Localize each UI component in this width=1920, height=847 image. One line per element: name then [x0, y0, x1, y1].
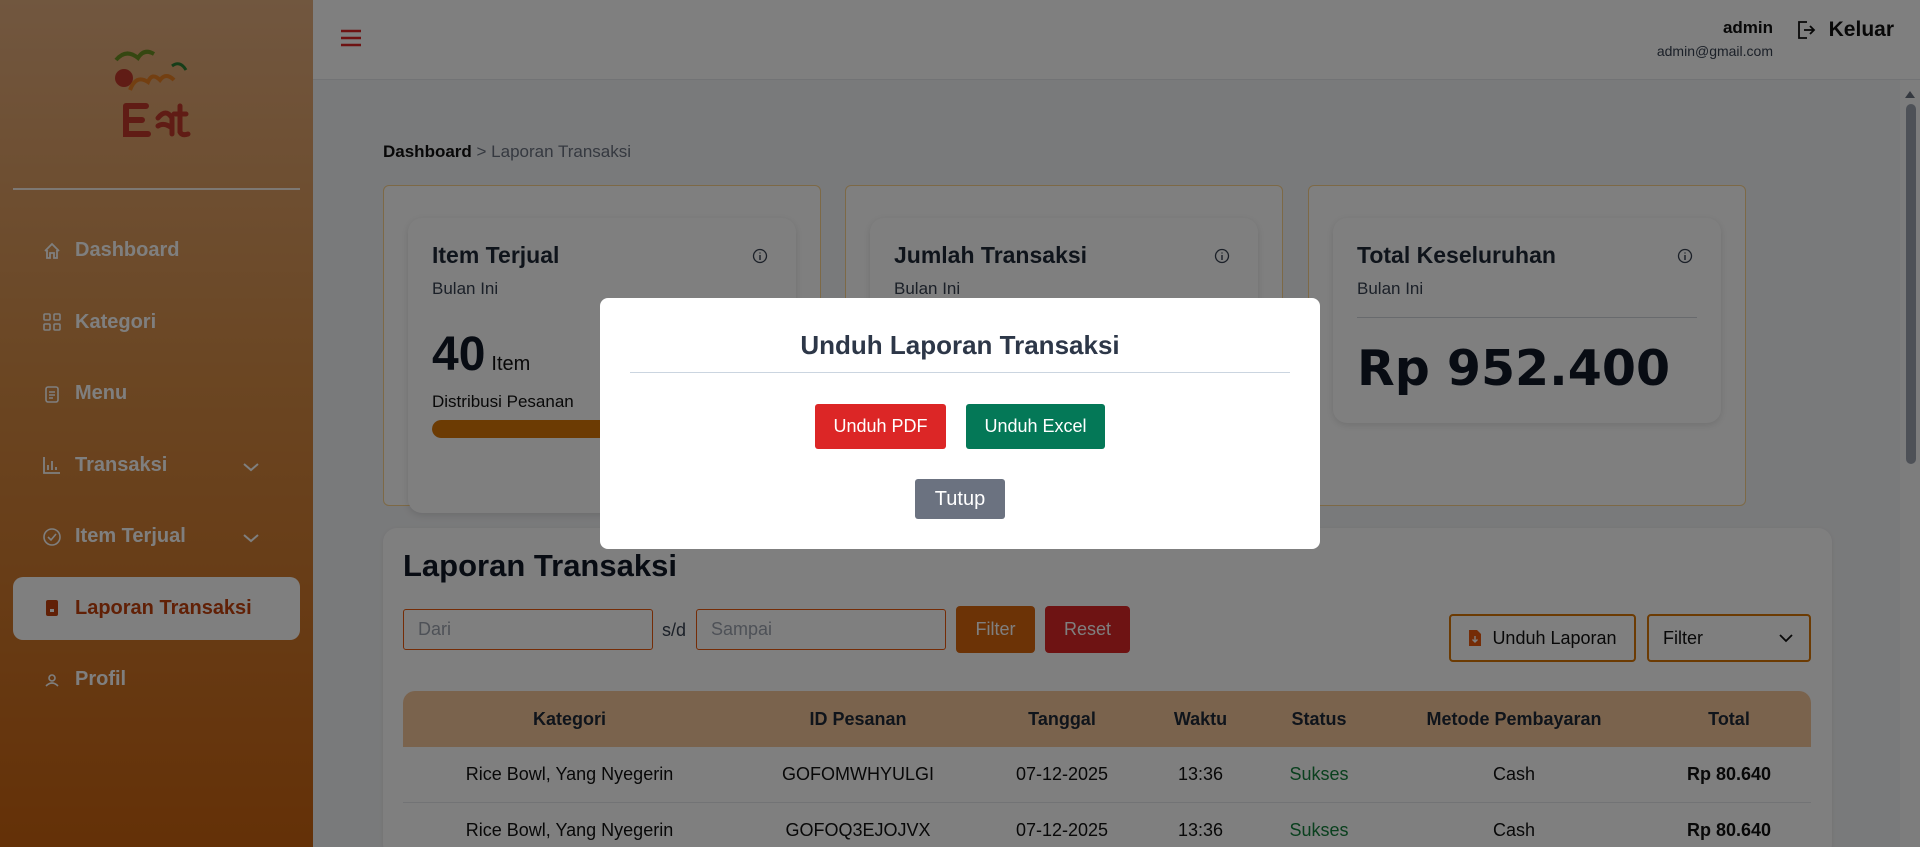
download-pdf-button[interactable]: Unduh PDF: [815, 404, 946, 449]
close-modal-button[interactable]: Tutup: [915, 479, 1005, 519]
modal-divider: [630, 372, 1290, 373]
download-report-modal: Unduh Laporan Transaksi Unduh PDF Unduh …: [600, 298, 1320, 549]
modal-title: Unduh Laporan Transaksi: [800, 330, 1120, 360]
download-excel-button[interactable]: Unduh Excel: [966, 404, 1105, 449]
